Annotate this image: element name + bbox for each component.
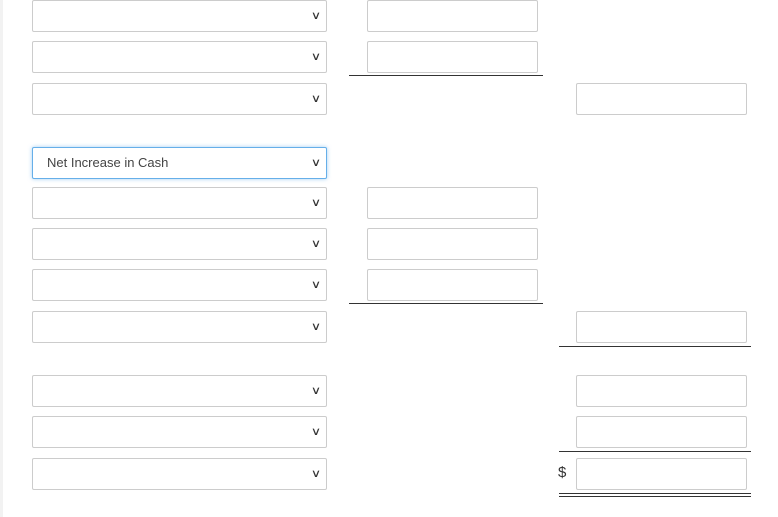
subtotal-rule <box>559 346 751 347</box>
subtotal-rule <box>349 75 543 76</box>
subtotal-rule <box>559 451 751 452</box>
amount-input[interactable] <box>367 0 538 32</box>
chevron-down-icon: ∨ <box>310 197 322 209</box>
chevron-down-icon: ∨ <box>310 385 322 397</box>
account-select[interactable]: ∨ <box>32 375 327 407</box>
chevron-down-icon: ∨ <box>310 238 322 250</box>
account-select[interactable]: ∨ <box>32 83 327 115</box>
left-border <box>0 0 3 517</box>
account-select[interactable]: ∨ <box>32 458 327 490</box>
account-select[interactable]: ∨ <box>32 41 327 73</box>
total-input[interactable] <box>576 375 747 407</box>
chevron-down-icon: ∨ <box>310 468 322 480</box>
select-value: Net Increase in Cash <box>47 155 169 170</box>
total-input[interactable] <box>576 458 747 490</box>
chevron-down-icon: ∨ <box>310 51 322 63</box>
chevron-down-icon: ∨ <box>310 426 322 438</box>
amount-input[interactable] <box>367 41 538 73</box>
chevron-down-icon: ∨ <box>310 321 322 333</box>
account-select[interactable]: ∨ <box>32 187 327 219</box>
account-select[interactable]: Net Increase in Cash ∨ <box>32 147 327 179</box>
total-input[interactable] <box>576 83 747 115</box>
dollar-sign: $ <box>558 464 567 481</box>
account-select[interactable]: ∨ <box>32 311 327 343</box>
total-input[interactable] <box>576 311 747 343</box>
chevron-down-icon: ∨ <box>310 93 322 105</box>
account-select[interactable]: ∨ <box>32 416 327 448</box>
account-select[interactable]: ∨ <box>32 228 327 260</box>
total-input[interactable] <box>576 416 747 448</box>
amount-input[interactable] <box>367 269 538 301</box>
subtotal-rule <box>349 303 543 304</box>
amount-input[interactable] <box>367 228 538 260</box>
account-select[interactable]: ∨ <box>32 269 327 301</box>
amount-input[interactable] <box>367 187 538 219</box>
chevron-down-icon: ∨ <box>310 157 322 169</box>
total-double-rule <box>559 493 751 497</box>
chevron-down-icon: ∨ <box>310 10 322 22</box>
account-select[interactable]: ∨ <box>32 0 327 32</box>
chevron-down-icon: ∨ <box>310 279 322 291</box>
